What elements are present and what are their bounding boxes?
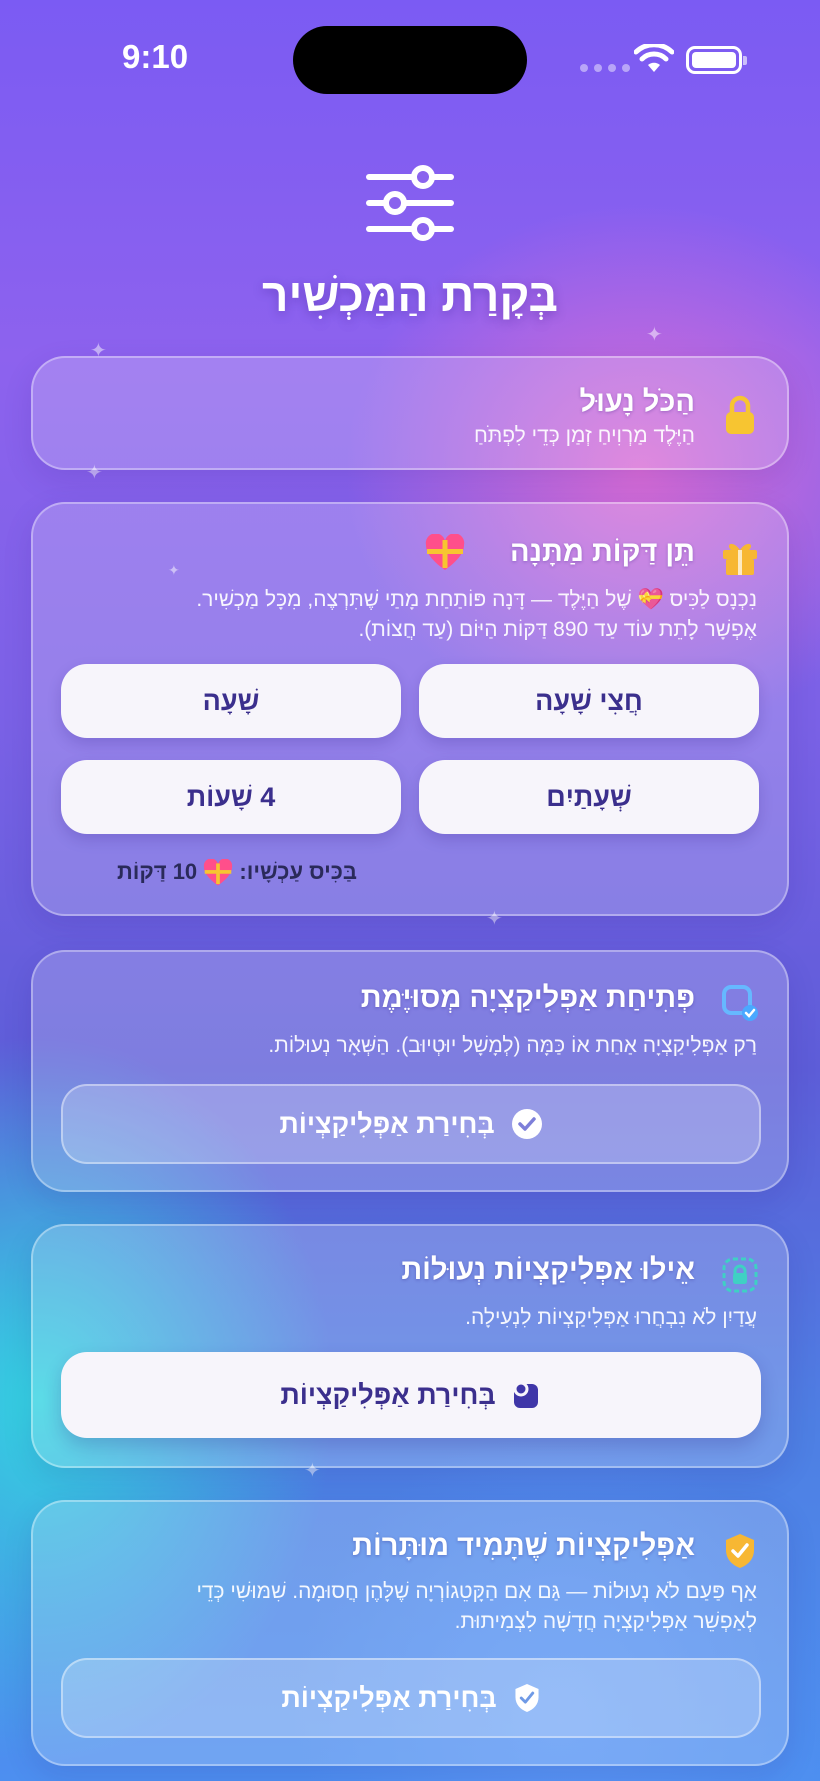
gift-card-title-text: תֵּן דַּקּוֹת מַתָּנָה <box>509 536 695 568</box>
give-four-hours-button[interactable]: 4 שָׁעוֹת <box>61 760 401 834</box>
allowed-apps-card: אַפְּלִיקַצְיוֹת שֶׁתָּמִיד מוּתָּרוֹת א… <box>31 1500 789 1766</box>
heart-gift-icon <box>425 534 465 570</box>
specific-app-card: פְּתִיחַת אַפְּלִיקַצְיָה מְסוּיֶּמֶת רַ… <box>31 950 789 1192</box>
locked-apps-title: אֵילוּ אַפְּלִיקַצְיוֹת נְעוּלוֹת <box>401 1254 695 1286</box>
allowed-apps-title: אַפְּלִיקַצְיוֹת שֶׁתָּמִיד מוּתָּרוֹת <box>352 1530 695 1562</box>
give-half-hour-button[interactable]: חֲצִי שָׁעָה <box>419 664 759 738</box>
battery-icon <box>686 46 747 74</box>
choose-specific-apps-label: בְּחִירַת אַפְּלִיקַצְיוֹת <box>279 1108 495 1139</box>
gift-card-title: תֵּן דַּקּוֹת מַתָּנָה <box>510 536 695 569</box>
status-bar: 9:10 <box>0 0 820 110</box>
allowed-apps-subtitle-1: אַף פַּעַם לֹא נְעוּלוֹת — גַּם אִם הַקָ… <box>196 1580 757 1603</box>
app-check-icon <box>721 984 759 1022</box>
choose-allowed-apps-label: בְּחִירַת אַפְּלִיקַצְיוֹת <box>281 1682 497 1713</box>
gift-icon <box>721 538 759 576</box>
pocket-balance: בַּכִּיס עַכְשָׁיו: 10 דַּקּוֹת <box>117 859 357 887</box>
cellular-signal-icon <box>580 64 630 72</box>
heart-gift-icon <box>204 859 233 886</box>
dynamic-island <box>293 26 527 94</box>
sparkle-icon: ✦ <box>646 322 663 346</box>
page-title: בְּקָרַת הַמַּכְשִׁיר <box>262 269 558 321</box>
sliders-icon <box>366 165 454 241</box>
give-two-hours-button[interactable]: שְׁעָתַיִם <box>419 760 759 834</box>
app-grid-icon <box>513 1381 538 1408</box>
pocket-value: 10 דַּקּוֹת <box>116 859 198 884</box>
app-lock-icon <box>721 1256 759 1294</box>
lock-card-subtitle: הַיֶּלֶד מַרְוִיחַ זְמַן כְּדֵי לִפְתֹּח… <box>473 424 695 447</box>
checkmark-circle-icon <box>511 1109 542 1139</box>
choose-specific-apps-button[interactable]: בְּחִירַת אַפְּלִיקַצְיוֹת <box>61 1084 761 1164</box>
lock-status-card: הַכֹּל נָעוּל הַיֶּלֶד מַרְוִיחַ זְמַן כ… <box>31 356 789 470</box>
choose-locked-apps-button[interactable]: בְּחִירַת אַפְּלִיקַצְיוֹת <box>61 1352 761 1438</box>
pocket-label: בַּכִּיס עַכְשָׁיו: <box>239 859 357 884</box>
give-hour-button[interactable]: שָׁעָה <box>61 664 401 738</box>
locked-apps-card: אֵילוּ אַפְּלִיקַצְיוֹת נְעוּלוֹת עֲדַיִ… <box>31 1224 789 1468</box>
lock-card-title: הַכֹּל נָעוּל <box>579 386 695 418</box>
choose-allowed-apps-button[interactable]: בְּחִירַת אַפְּלִיקַצְיוֹת <box>61 1658 761 1738</box>
wifi-icon <box>634 44 674 72</box>
gift-card-subtitle-1: נִכְנָס לַכִּיס 💝 שֶׁל הַיֶּלֶד — דָּנָה… <box>196 588 757 611</box>
specific-app-subtitle: רַק אַפְּלִיקַצְיָה אַחַת אוֹ כַּמָּה (ל… <box>268 1034 757 1057</box>
status-time: 9:10 <box>122 38 189 75</box>
lock-icon <box>721 395 759 434</box>
gift-card-subtitle-2: אֶפְשָׁר לָתֵת עוֹד עַד 890 דַּקּוֹת הַי… <box>358 618 757 641</box>
locked-apps-subtitle: עֲדַיִן לֹא נִבְחֲרוּ אַפְּלִיקַצְיוֹת ל… <box>465 1306 757 1329</box>
choose-locked-apps-label: בְּחִירַת אַפְּלִיקַצְיוֹת <box>280 1379 496 1410</box>
gift-minutes-card: תֵּן דַּקּוֹת מַתָּנָה נִכְנָס לַכִּיס 💝… <box>31 502 789 916</box>
allowed-apps-subtitle-2: לְאַפְשֵׁר אַפְּלִיקַצְיָה חֲדָשָׁה לִצְ… <box>454 1610 757 1633</box>
shield-check-icon <box>721 1532 759 1570</box>
shield-check-icon <box>515 1684 539 1712</box>
specific-app-title: פְּתִיחַת אַפְּלִיקַצְיָה מְסוּיֶּמֶת <box>360 982 695 1014</box>
